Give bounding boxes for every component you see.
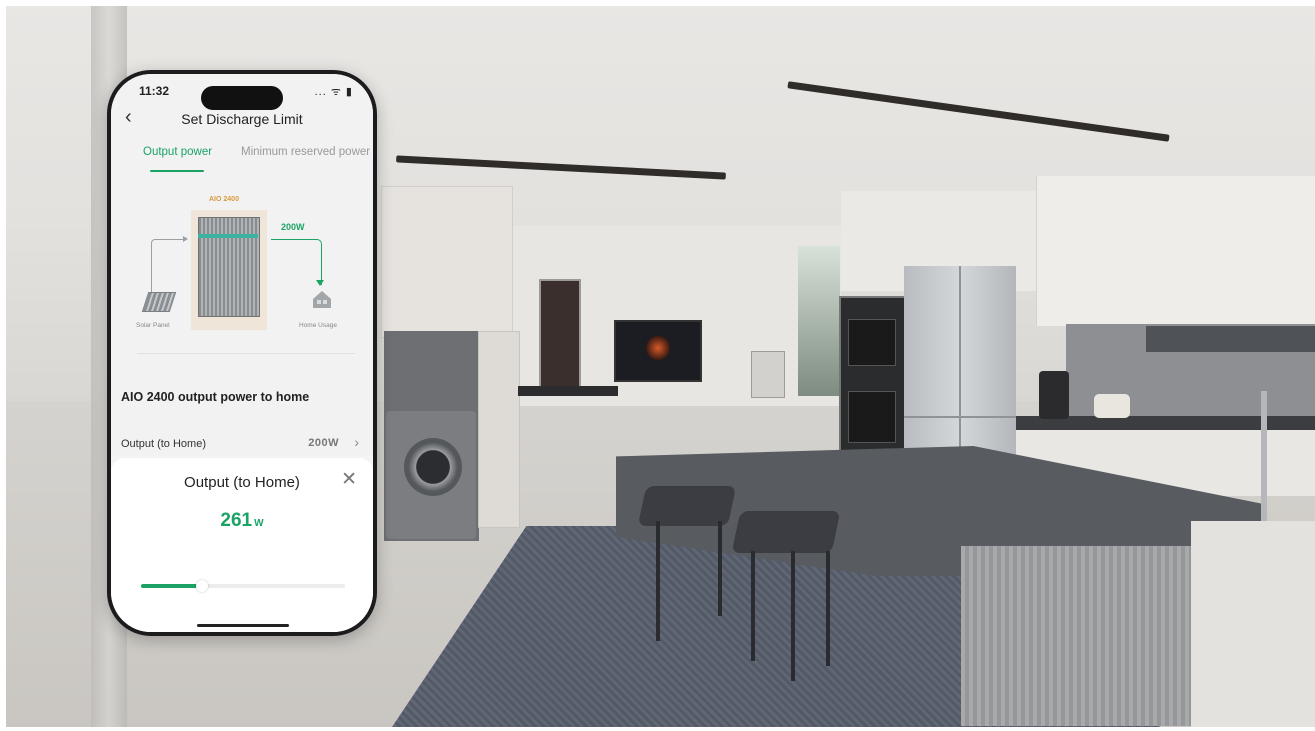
stool-leg: [791, 551, 795, 681]
output-unit: W: [254, 518, 264, 529]
bar-stool: [731, 511, 841, 553]
divider: [137, 353, 355, 354]
sheet-title: Output (to Home): [184, 474, 300, 491]
device-label: AIO 2400: [209, 196, 239, 203]
tv-screen-graphic: [646, 336, 670, 360]
stool-leg: [826, 551, 830, 666]
window: [798, 246, 840, 396]
toaster: [1094, 394, 1130, 418]
washer-door: [404, 438, 462, 496]
shelves: [478, 331, 520, 528]
phone-screen: 11:32 ... ᯤ ▮ ‹ Set Discharge Limit Outp…: [111, 74, 373, 632]
dynamic-island: [201, 86, 283, 110]
close-icon[interactable]: ✕: [341, 470, 357, 490]
output-bottom-sheet: Output (to Home) ✕ 261 W: [111, 458, 373, 632]
tab-bar: Output power Minimum reserved power: [111, 146, 373, 176]
ceiling-light-bar: [787, 81, 1170, 142]
oven-window: [848, 319, 896, 366]
battery-device-icon: [198, 217, 260, 317]
range-hood: [1146, 326, 1315, 352]
bar-stool: [637, 486, 737, 526]
wine-cabinet: [539, 279, 581, 388]
arrow-head-icon: [316, 280, 324, 286]
output-value: 261: [220, 510, 253, 531]
upper-cabinet: [1036, 176, 1315, 326]
slider-fill: [141, 584, 203, 588]
chevron-right-icon: ›: [354, 434, 359, 450]
stool-leg: [718, 521, 722, 616]
active-tab-underline: [150, 170, 204, 172]
solar-panel-icon: [141, 292, 177, 312]
faucet: [1261, 391, 1267, 521]
home-usage-label: Home Usage: [299, 322, 337, 329]
island-base: [961, 546, 1191, 726]
section-title: AIO 2400 output power to home: [121, 390, 310, 404]
output-value-display: 261 W: [111, 510, 373, 532]
slider-thumb[interactable]: [196, 580, 209, 592]
coffee-machine: [1039, 371, 1069, 419]
output-row-label: Output (to Home): [121, 438, 206, 450]
arrow-head-icon: [183, 236, 188, 242]
output-slider[interactable]: [141, 580, 345, 592]
fridge-door-split: [904, 416, 1016, 418]
dining-table: [518, 386, 618, 396]
flow-arrow-to-home: [271, 239, 322, 285]
tab-output-power[interactable]: Output power: [143, 146, 212, 158]
ceiling-light-bar: [396, 155, 726, 180]
page-title: Set Discharge Limit: [181, 111, 303, 127]
solar-panel-label: Solar Panel: [136, 322, 170, 329]
device-led-strip: [198, 234, 258, 238]
island-side: [1191, 521, 1315, 727]
status-icons: ... ᯤ ▮: [314, 86, 353, 98]
phone: 11:32 ... ᯤ ▮ ‹ Set Discharge Limit Outp…: [107, 70, 377, 636]
home-icon: [313, 291, 331, 308]
flow-power-label: 200W: [281, 222, 305, 232]
battery-unit: [751, 351, 785, 398]
oven-window: [848, 391, 896, 443]
tab-minimum-reserved-power[interactable]: Minimum reserved power: [241, 146, 373, 158]
upper-cabinet: [381, 186, 513, 338]
home-indicator: [197, 624, 289, 627]
energy-flow-diagram: AIO 2400 200W Solar Panel Home Usage: [111, 184, 373, 344]
output-row-value: 200W: [308, 437, 339, 449]
status-time: 11:32: [139, 84, 170, 98]
stool-leg: [751, 551, 755, 661]
flow-arrow-from-solar: [151, 239, 184, 292]
stool-leg: [656, 521, 660, 641]
